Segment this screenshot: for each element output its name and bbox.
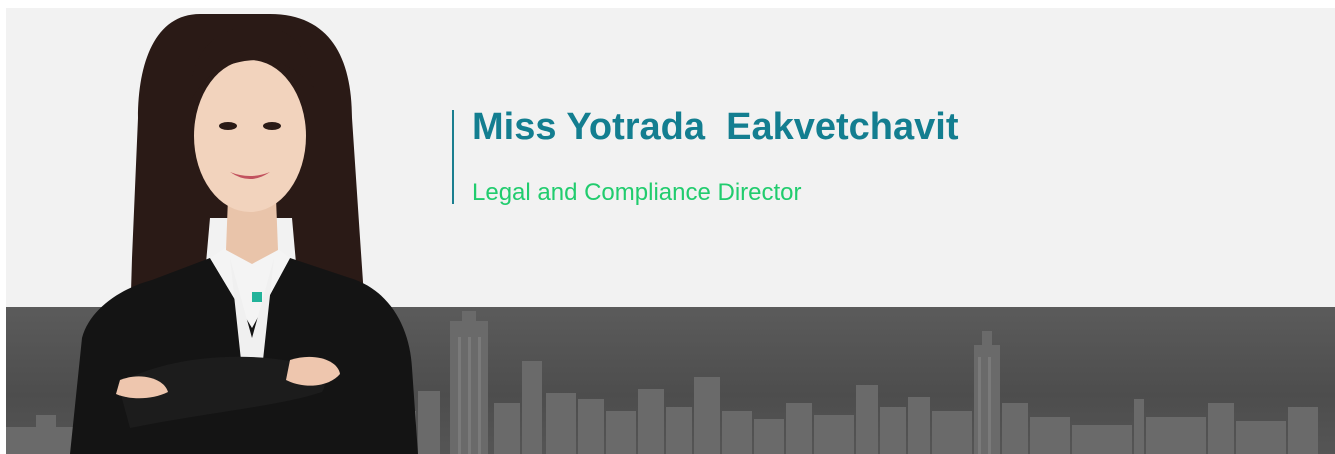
person-job-title: Legal and Compliance Director: [472, 179, 802, 206]
portrait-photo: [70, 14, 418, 454]
title-divider: [452, 110, 454, 204]
profile-banner: Miss Yotrada Eakvetchavit Legal and Comp…: [6, 8, 1335, 454]
person-name: Miss Yotrada Eakvetchavit: [472, 106, 959, 148]
